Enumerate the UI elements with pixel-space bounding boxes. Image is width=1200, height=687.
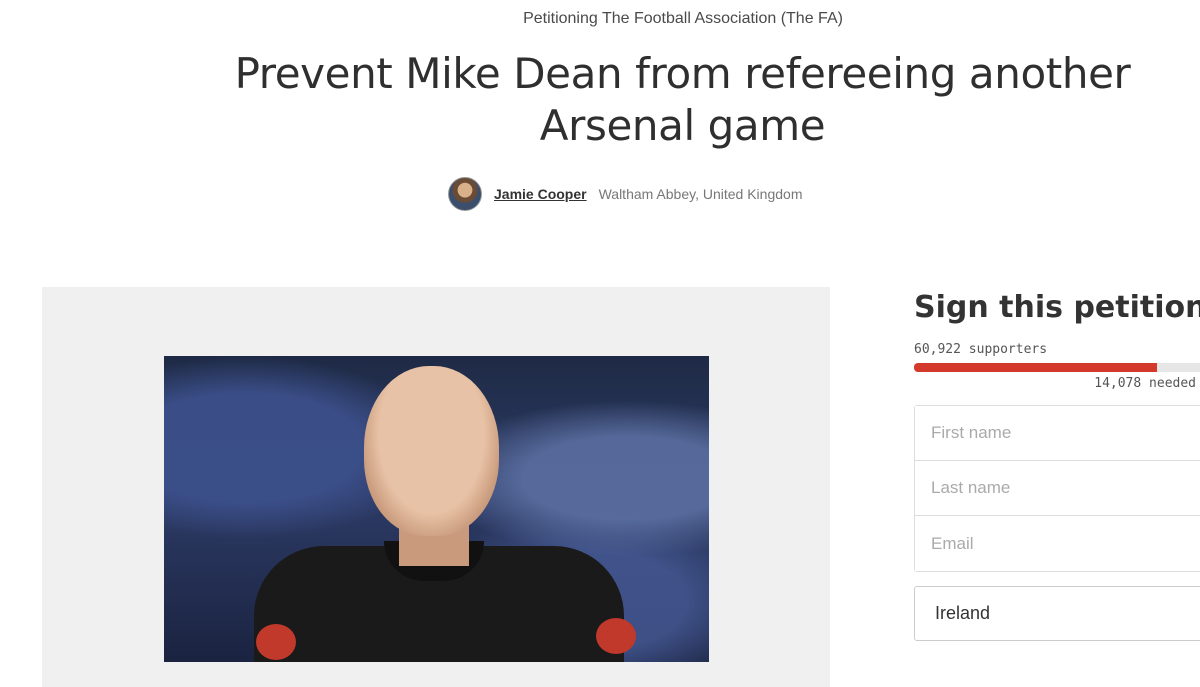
author-name-link[interactable]: Jamie Cooper [494,186,587,202]
author-row: Jamie Cooper Waltham Abbey, United Kingd… [448,177,803,211]
referee-photo [164,356,709,662]
progress-fill [914,363,1157,372]
email-input[interactable] [915,516,1200,571]
progress-bar [914,363,1200,372]
avatar[interactable] [448,177,482,211]
last-name-input[interactable] [915,461,1200,516]
sleeve-badge-right [596,618,636,654]
signer-form [914,405,1200,572]
sign-title: Sign this petition [914,290,1200,325]
sign-panel: Sign this petition 60,922 supporters 14,… [914,288,1200,641]
petition-target: Petitioning The Football Association (Th… [523,10,843,27]
supporters-count: 60,922 supporters [914,342,1048,357]
country-select[interactable]: Ireland [914,586,1200,641]
first-name-input[interactable] [915,406,1200,461]
referee-head [364,366,499,536]
needed-count: 14,078 needed [1094,376,1196,391]
country-value: Ireland [935,603,991,623]
sleeve-badge-left [256,624,296,660]
author-location: Waltham Abbey, United Kingdom [598,186,803,202]
page-title: Prevent Mike Dean from refereeing anothe… [234,49,1131,150]
